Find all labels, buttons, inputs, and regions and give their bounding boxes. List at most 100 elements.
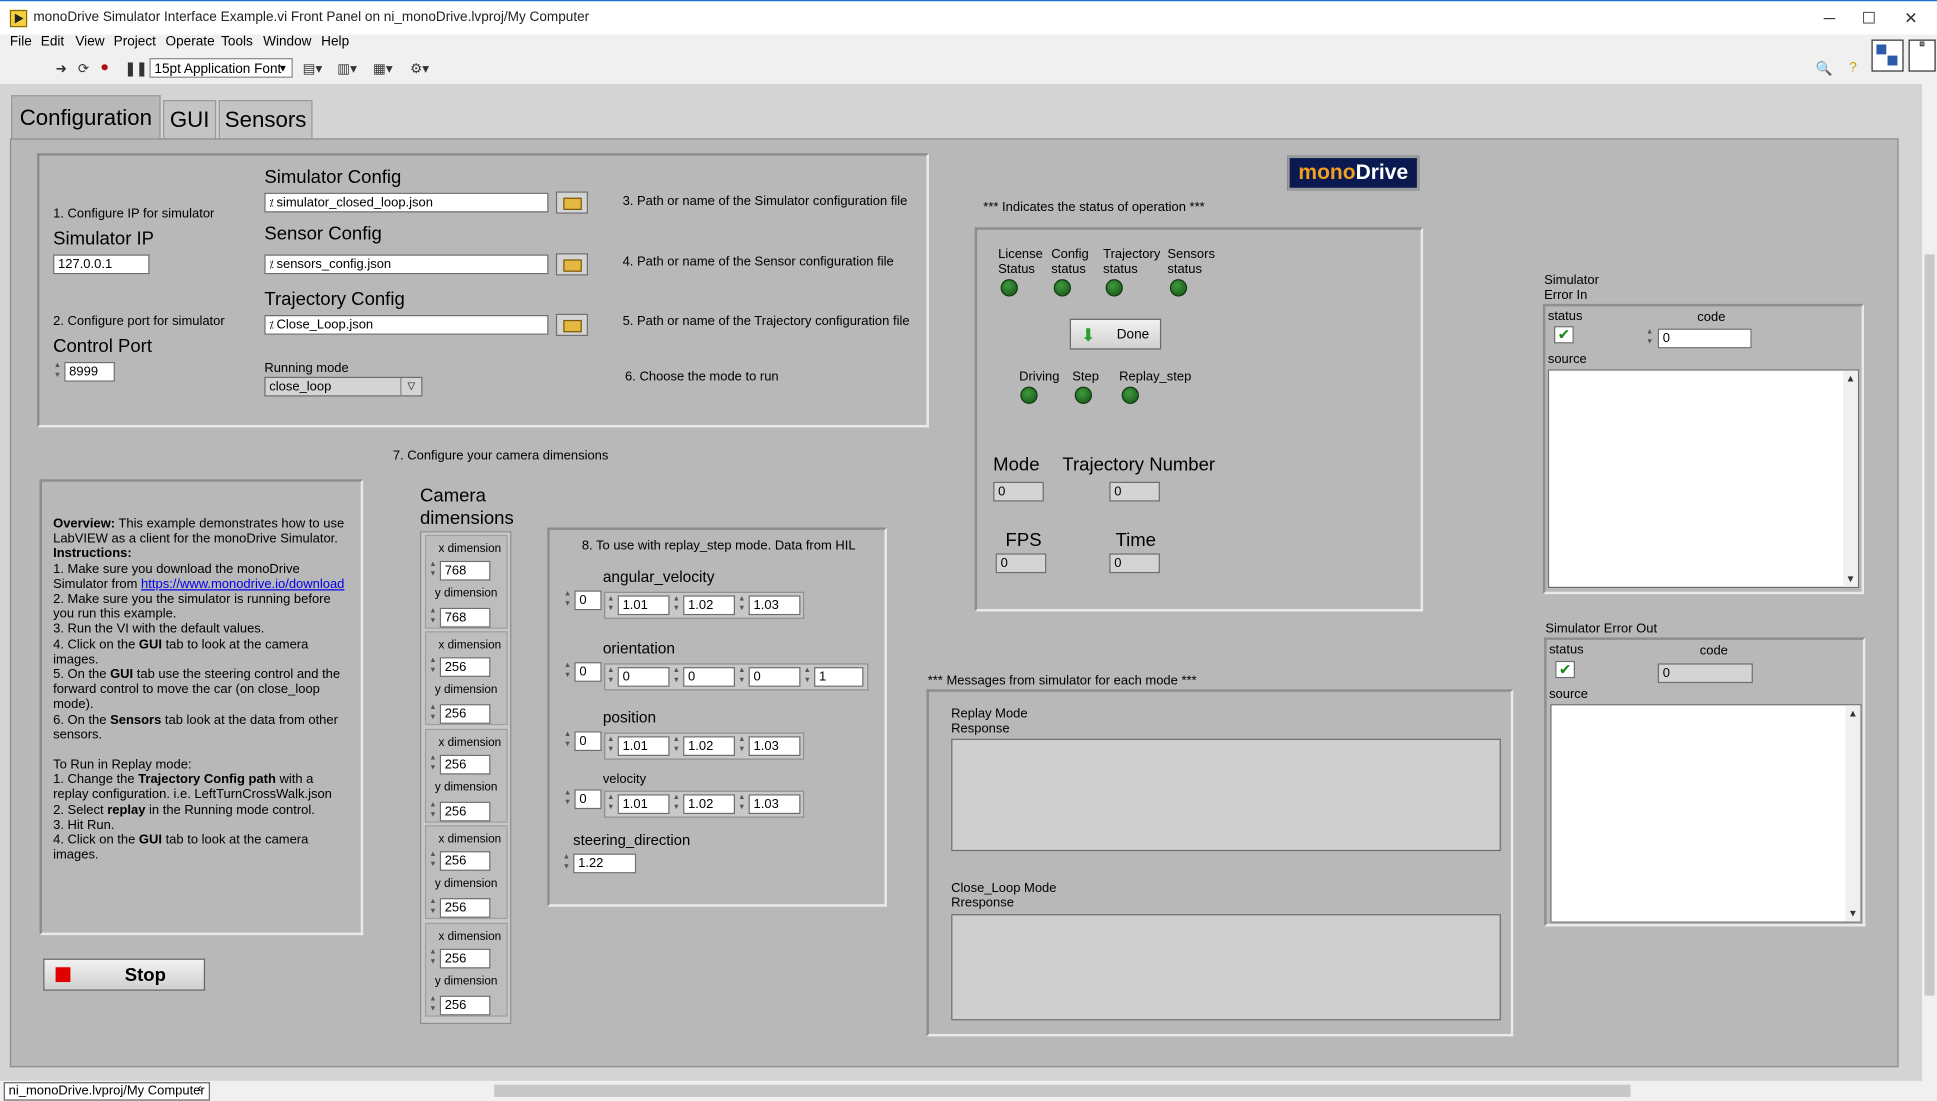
index-spinner[interactable]: ▲ ▼ <box>563 788 572 810</box>
error-in-code-field[interactable]: 0 <box>1657 328 1752 349</box>
angular-velocity-index[interactable]: 0 <box>574 590 602 611</box>
scroll-up-icon[interactable]: ▲ <box>1843 373 1858 384</box>
x-dimension-field[interactable]: 256 <box>439 657 491 677</box>
run-arrow-icon[interactable]: ➜ <box>56 61 67 77</box>
orientation-index[interactable]: 0 <box>574 662 602 682</box>
help-icon[interactable]: ? <box>1849 61 1857 76</box>
angular-velocity-z[interactable]: 1.03 <box>748 595 801 616</box>
tab-configuration[interactable]: Configuration <box>11 95 161 140</box>
orientation-x[interactable]: 0 <box>617 667 670 687</box>
abort-icon[interactable]: ⏺ <box>101 61 108 77</box>
menu-tools[interactable]: Tools <box>221 35 253 50</box>
y-dimension-field[interactable]: 256 <box>439 995 491 1016</box>
element-spinner[interactable]: ▲ ▼ <box>672 793 681 815</box>
scroll-down-icon[interactable]: ▼ <box>1843 573 1858 584</box>
position-x[interactable]: 1.01 <box>617 736 670 757</box>
scroll-down-icon[interactable]: ▼ <box>1846 908 1861 919</box>
index-spinner[interactable]: ▲ ▼ <box>563 589 572 611</box>
steering-direction-field[interactable]: 1.22 <box>573 853 637 874</box>
scroll-left-icon[interactable]: ‹ <box>198 1082 202 1096</box>
align-objects-icon[interactable]: ▤▾ <box>303 61 323 77</box>
angular-velocity-x[interactable]: 1.01 <box>617 595 670 616</box>
x-dimension-field[interactable]: 256 <box>439 948 491 969</box>
orientation-w[interactable]: 1 <box>814 667 864 687</box>
pause-icon[interactable]: ❚❚ <box>125 61 148 77</box>
x-dimension-field[interactable]: 256 <box>439 754 491 775</box>
y-dimension-field[interactable]: 256 <box>439 704 491 724</box>
position-index[interactable]: 0 <box>574 731 602 752</box>
orientation-z[interactable]: 0 <box>748 667 801 687</box>
scroll-up-icon[interactable]: ▲ <box>1846 708 1861 719</box>
x-dimension-field[interactable]: 768 <box>439 560 491 581</box>
position-z[interactable]: 1.03 <box>748 736 801 757</box>
index-spinner[interactable]: ▲ ▼ <box>563 730 572 752</box>
y-dimension-spinner[interactable]: ▲ ▼ <box>429 703 438 725</box>
steering-spinner[interactable]: ▲ ▼ <box>562 852 571 874</box>
position-y[interactable]: 1.02 <box>683 736 736 757</box>
sensor-config-path[interactable]: ⁒ sensors_config.json <box>264 254 549 275</box>
velocity-y[interactable]: 1.02 <box>683 794 736 815</box>
error-in-code-spinner[interactable]: ▲ ▼ <box>1645 327 1654 349</box>
element-spinner[interactable]: ▲ ▼ <box>607 666 616 688</box>
font-selector[interactable]: 15pt Application Font ▼ <box>149 58 293 78</box>
horizontal-scrollbar[interactable] <box>494 1084 1631 1097</box>
x-dimension-spinner[interactable]: ▲ ▼ <box>429 850 438 872</box>
element-spinner[interactable]: ▲ ▼ <box>737 594 746 616</box>
scroll-thumb[interactable] <box>1924 254 1935 996</box>
velocity-x[interactable]: 1.01 <box>617 794 670 815</box>
download-link[interactable]: https://www.monodrive.io/download <box>141 577 344 592</box>
element-spinner[interactable]: ▲ ▼ <box>737 793 746 815</box>
done-button[interactable]: ⬇ Done <box>1069 318 1162 350</box>
element-spinner[interactable]: ▲ ▼ <box>607 793 616 815</box>
y-dimension-field[interactable]: 256 <box>439 801 491 822</box>
menu-project[interactable]: Project <box>114 35 156 50</box>
y-dimension-spinner[interactable]: ▲ ▼ <box>429 897 438 919</box>
simulator-ip-field[interactable]: 127.0.0.1 <box>53 254 150 275</box>
y-dimension-field[interactable]: 768 <box>439 607 491 628</box>
minimize-button[interactable]: ─ <box>1811 6 1848 31</box>
control-port-field[interactable]: 8999 <box>64 361 115 382</box>
project-path[interactable]: ni_monoDrive.lvproj/My Computer <box>3 1082 210 1101</box>
distribute-objects-icon[interactable]: ▥▾ <box>337 61 357 77</box>
x-dimension-spinner[interactable]: ▲ ▼ <box>429 560 438 582</box>
menu-edit[interactable]: Edit <box>41 35 64 50</box>
element-spinner[interactable]: ▲ ▼ <box>803 666 812 688</box>
tab-sensors[interactable]: Sensors <box>218 100 313 139</box>
y-dimension-field[interactable]: 256 <box>439 898 491 918</box>
menu-help[interactable]: Help <box>321 35 349 50</box>
element-spinner[interactable]: ▲ ▼ <box>737 666 746 688</box>
scrollbar[interactable]: ▲ ▼ <box>1843 370 1858 587</box>
browse-folder-icon[interactable] <box>555 191 589 214</box>
element-spinner[interactable]: ▲ ▼ <box>607 735 616 757</box>
reorder-icon[interactable]: ⚙▾ <box>410 61 429 77</box>
x-dimension-spinner[interactable]: ▲ ▼ <box>429 656 438 678</box>
simulator-config-path[interactable]: ⁒ simulator_closed_loop.json <box>264 192 549 213</box>
running-mode-select[interactable]: close_loop ▽ <box>264 376 423 397</box>
run-continuously-icon[interactable]: ⟳ <box>78 61 89 77</box>
menu-operate[interactable]: Operate <box>166 35 215 50</box>
x-dimension-spinner[interactable]: ▲ ▼ <box>429 754 438 776</box>
x-dimension-field[interactable]: 256 <box>439 851 491 871</box>
browse-folder-icon[interactable] <box>555 313 589 337</box>
element-spinner[interactable]: ▲ ▼ <box>672 735 681 757</box>
resize-objects-icon[interactable]: ▦▾ <box>373 61 393 77</box>
menu-window[interactable]: Window <box>263 35 311 50</box>
y-dimension-spinner[interactable]: ▲ ▼ <box>429 994 438 1016</box>
menu-file[interactable]: File <box>10 35 32 50</box>
tab-gui[interactable]: GUI <box>163 100 217 139</box>
close-window-button[interactable]: ✕ <box>1892 6 1929 31</box>
stop-button[interactable]: Stop <box>43 958 206 991</box>
element-spinner[interactable]: ▲ ▼ <box>737 735 746 757</box>
y-dimension-spinner[interactable]: ▲ ▼ <box>429 800 438 822</box>
index-spinner[interactable]: ▲ ▼ <box>563 661 572 683</box>
browse-folder-icon[interactable] <box>555 253 589 276</box>
orientation-y[interactable]: 0 <box>683 667 736 687</box>
vertical-scrollbar[interactable] <box>1922 84 1937 1081</box>
port-spinner[interactable]: ▲ ▼ <box>53 361 62 383</box>
error-in-source-text[interactable]: ▲ ▼ <box>1547 369 1860 589</box>
menu-view[interactable]: View <box>75 35 104 50</box>
angular-velocity-y[interactable]: 1.02 <box>683 595 736 616</box>
velocity-index[interactable]: 0 <box>574 789 602 810</box>
search-icon[interactable]: 🔍 <box>1816 61 1833 77</box>
x-dimension-spinner[interactable]: ▲ ▼ <box>429 947 438 969</box>
